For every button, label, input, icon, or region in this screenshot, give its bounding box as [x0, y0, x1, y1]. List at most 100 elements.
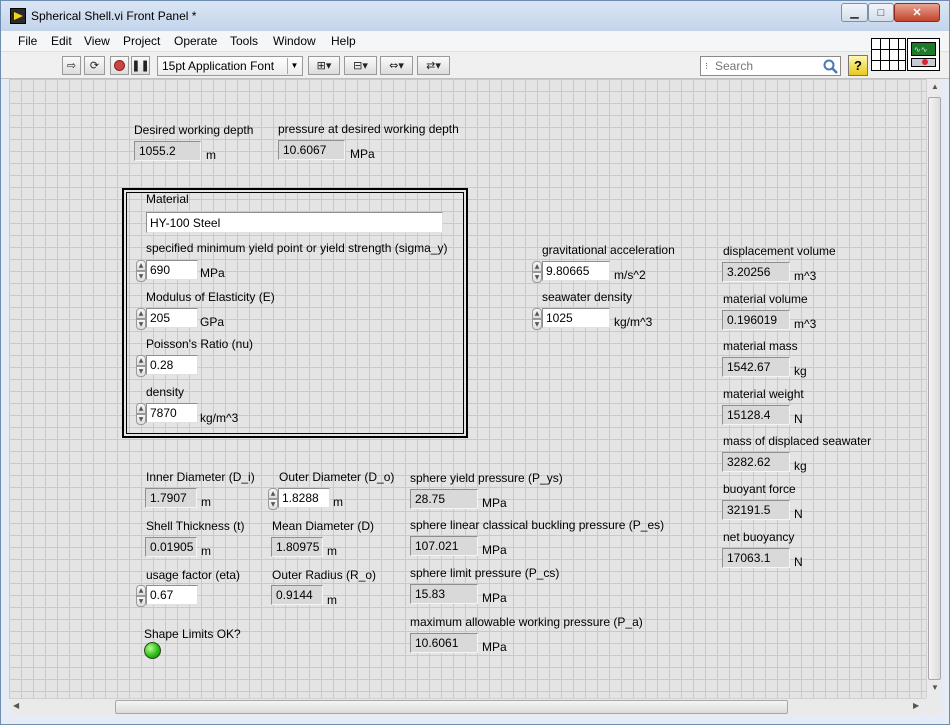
search-icon[interactable]: [822, 58, 839, 75]
buoyant-force-label: buoyant force: [723, 482, 796, 496]
reorder-icon[interactable]: ⇄▾: [417, 56, 450, 75]
density-control[interactable]: 7870: [146, 403, 198, 423]
pressure-depth-indicator[interactable]: 10.6067: [278, 140, 345, 160]
maximize-button[interactable]: □: [868, 3, 894, 22]
shape-limits-label: Shape Limits OK?: [144, 627, 241, 641]
shell-thickness-unit: m: [201, 544, 211, 558]
net-buoyancy-unit: N: [794, 555, 803, 569]
outer-radius-indicator[interactable]: 0.9144: [271, 585, 323, 605]
pause-icon[interactable]: ❚❚: [131, 56, 150, 75]
poisson-control[interactable]: 0.28: [146, 355, 198, 375]
horizontal-scroll-thumb[interactable]: [115, 700, 788, 714]
shape-limits-led[interactable]: [144, 642, 161, 659]
connector-pane-icon[interactable]: [871, 38, 906, 71]
depth-indicator[interactable]: 1055.2: [134, 141, 201, 161]
displaced-mass-indicator[interactable]: 3282.62: [722, 452, 790, 472]
menu-window[interactable]: Window: [273, 34, 316, 48]
inner-diameter-indicator[interactable]: 1.7907: [145, 488, 197, 508]
scroll-left-icon[interactable]: ◀: [13, 701, 19, 710]
usage-factor-control[interactable]: 0.67: [146, 585, 198, 605]
context-help-button[interactable]: ?: [848, 55, 868, 76]
window-title: Spherical Shell.vi Front Panel *: [31, 9, 197, 23]
p-ys-unit: MPa: [482, 496, 507, 510]
run-continuously-icon[interactable]: ⟳: [84, 56, 105, 75]
outer-diameter-unit: m: [333, 495, 343, 509]
align-objects-icon[interactable]: ⊞▾: [308, 56, 340, 75]
modulus-control[interactable]: 205: [146, 308, 198, 328]
vi-logo-icon[interactable]: ∿∿: [907, 38, 940, 71]
seawater-density-label: seawater density: [542, 290, 633, 304]
menu-project[interactable]: Project: [123, 34, 160, 48]
vertical-scrollbar[interactable]: ▲ ▼: [926, 79, 942, 698]
menu-edit[interactable]: Edit: [51, 34, 72, 48]
search-input[interactable]: [713, 59, 817, 73]
distribute-objects-icon[interactable]: ⊟▾: [344, 56, 377, 75]
modulus-label: Modulus of Elasticity (E): [146, 290, 275, 304]
p-cs-label: sphere limit pressure (P_cs): [410, 566, 560, 580]
horizontal-scrollbar[interactable]: ◀ ▶: [9, 698, 926, 715]
font-selector[interactable]: 15pt Application Font ▼: [157, 56, 303, 76]
search-box[interactable]: ⋮: [700, 56, 841, 76]
displacement-volume-indicator[interactable]: 3.20256: [722, 262, 790, 282]
scroll-down-icon[interactable]: ▼: [931, 683, 939, 692]
title-bar[interactable]: Spherical Shell.vi Front Panel * ▁ □ ✕: [1, 1, 949, 31]
abort-icon[interactable]: [110, 56, 129, 75]
net-buoyancy-indicator[interactable]: 17063.1: [722, 548, 790, 568]
p-cs-indicator[interactable]: 15.83: [410, 584, 478, 604]
depth-unit: m: [206, 148, 216, 162]
shell-thickness-indicator[interactable]: 0.01905: [145, 537, 197, 557]
yield-spinner[interactable]: ▲ ▼: [136, 260, 146, 282]
material-mass-unit: kg: [794, 364, 807, 378]
poisson-spinner[interactable]: ▲ ▼: [136, 355, 146, 377]
pressure-depth-label: pressure at desired working depth: [278, 122, 459, 136]
material-label: Material: [146, 192, 189, 206]
scroll-up-icon[interactable]: ▲: [931, 82, 939, 91]
yield-label: specified minimum yield point or yield s…: [146, 241, 448, 255]
usage-factor-spinner[interactable]: ▲ ▼: [136, 585, 146, 607]
run-arrow-icon[interactable]: ⇨: [62, 56, 81, 75]
inner-diameter-unit: m: [201, 495, 211, 509]
seawater-density-control[interactable]: 1025: [542, 308, 610, 328]
mean-diameter-unit: m: [327, 544, 337, 558]
menu-bar: File Edit View Project Operate Tools Win…: [1, 31, 949, 52]
menu-view[interactable]: View: [84, 34, 110, 48]
material-mass-indicator[interactable]: 1542.67: [722, 357, 790, 377]
p-ys-indicator[interactable]: 28.75: [410, 489, 478, 509]
seawater-density-spinner[interactable]: ▲ ▼: [532, 308, 542, 330]
p-es-indicator[interactable]: 107.021: [410, 536, 478, 556]
material-weight-label: material weight: [723, 387, 804, 401]
modulus-unit: GPa: [200, 315, 225, 329]
material-volume-label: material volume: [723, 292, 808, 306]
poisson-label: Poisson's Ratio (nu): [146, 337, 254, 351]
menu-help[interactable]: Help: [331, 34, 356, 48]
resize-grip[interactable]: [927, 699, 942, 715]
gravity-control[interactable]: 9.80665: [542, 261, 610, 281]
outer-diameter-control[interactable]: 1.8288: [278, 488, 330, 508]
buoyant-force-indicator[interactable]: 32191.5: [722, 500, 790, 520]
close-button[interactable]: ✕: [894, 3, 940, 22]
modulus-spinner[interactable]: ▲ ▼: [136, 308, 146, 330]
resize-objects-icon[interactable]: ⇔▾: [380, 56, 413, 75]
shell-thickness-label: Shell Thickness (t): [146, 519, 245, 533]
seawater-density-unit: kg/m^3: [614, 315, 653, 329]
gravity-unit: m/s^2: [614, 268, 646, 282]
scroll-right-icon[interactable]: ▶: [913, 701, 919, 710]
minimize-button[interactable]: ▁: [841, 3, 868, 22]
gravity-spinner[interactable]: ▲ ▼: [532, 261, 542, 283]
material-weight-indicator[interactable]: 15128.4: [722, 405, 790, 425]
menu-tools[interactable]: Tools: [230, 34, 258, 48]
menu-operate[interactable]: Operate: [174, 34, 217, 48]
p-a-indicator[interactable]: 10.6061: [410, 633, 478, 653]
material-string-control[interactable]: HY-100 Steel: [146, 212, 443, 233]
menu-file[interactable]: File: [18, 34, 37, 48]
mean-diameter-indicator[interactable]: 1.80975: [271, 537, 323, 557]
material-volume-indicator[interactable]: 0.196019: [722, 310, 790, 330]
displacement-volume-unit: m^3: [794, 269, 817, 283]
outer-diameter-spinner[interactable]: ▲ ▼: [268, 488, 278, 510]
displacement-volume-label: displacement volume: [723, 244, 836, 258]
front-panel: Desired working depth 1055.2 m pressure …: [9, 79, 926, 698]
density-spinner[interactable]: ▲ ▼: [136, 403, 146, 425]
yield-control[interactable]: 690: [146, 260, 198, 280]
vertical-scroll-thumb[interactable]: [928, 97, 941, 680]
outer-radius-label: Outer Radius (R_o): [272, 568, 377, 582]
